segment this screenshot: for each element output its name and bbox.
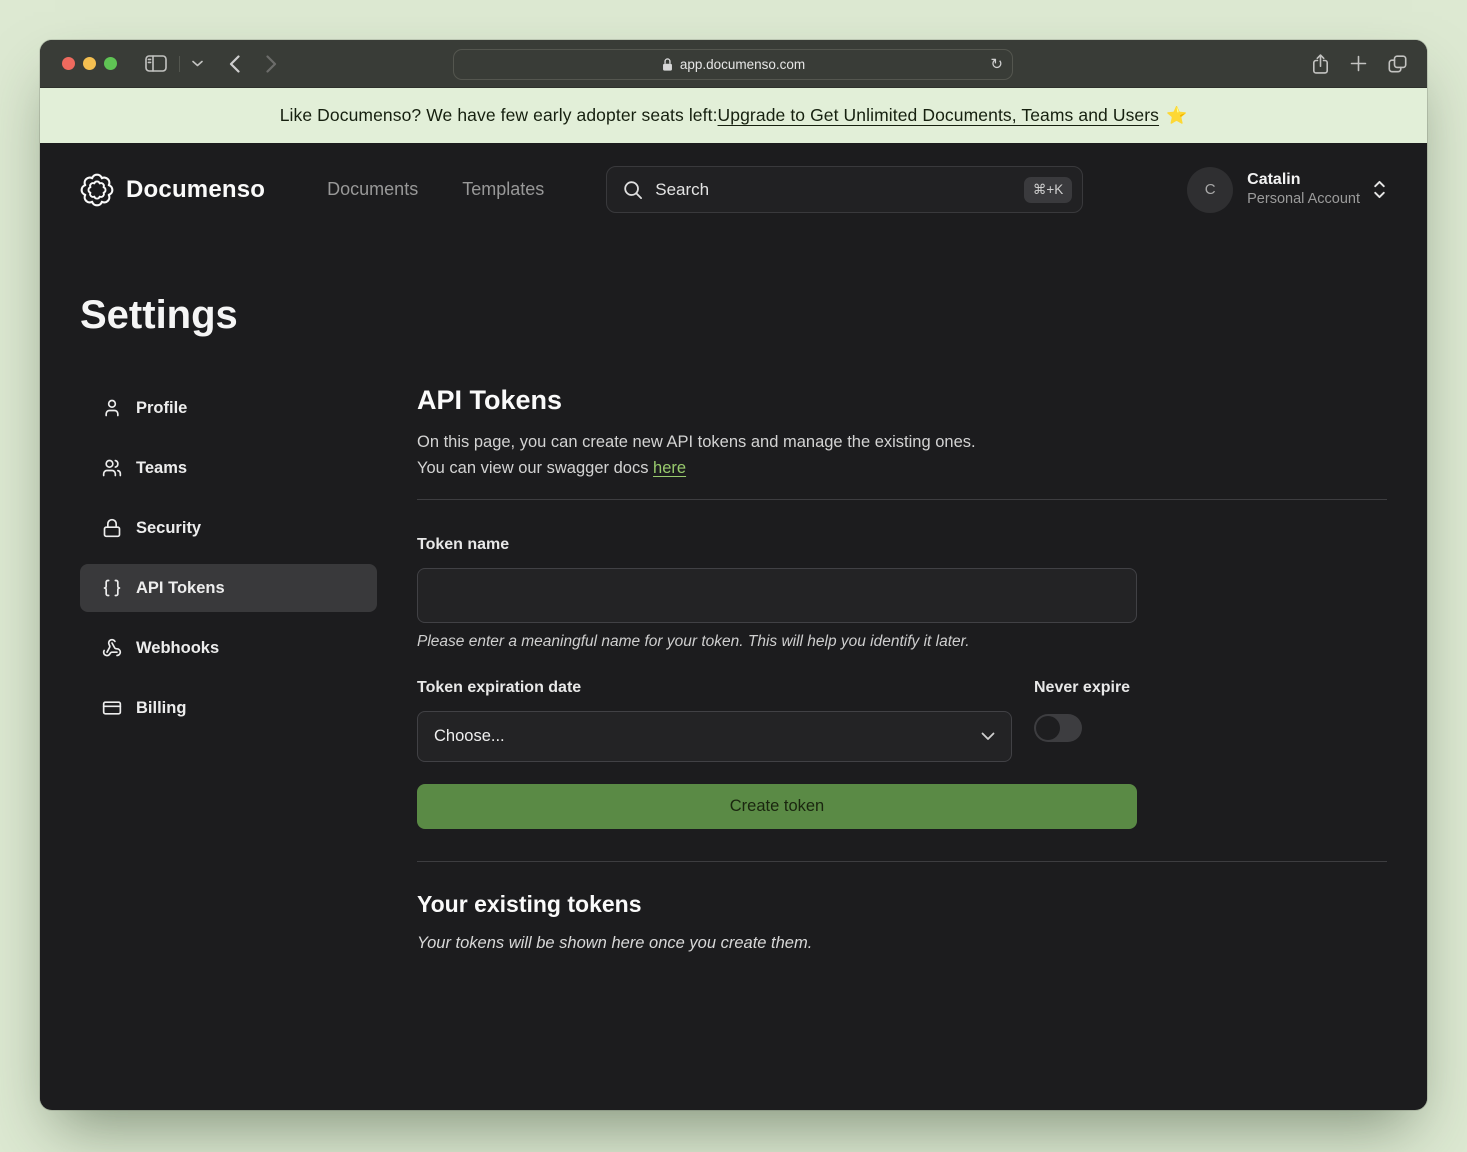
- divider: [417, 499, 1387, 500]
- documenso-logo-icon: [80, 173, 114, 207]
- address-bar[interactable]: app.documenso.com ↻: [453, 49, 1013, 80]
- existing-tokens-heading: Your existing tokens: [417, 890, 1387, 918]
- sidebar-item-profile[interactable]: Profile: [80, 384, 377, 432]
- tab-overview-icon[interactable]: [1388, 55, 1407, 73]
- app-content: Documenso Documents Templates Search ⌘+K…: [40, 143, 1427, 1109]
- browser-window: app.documenso.com ↻ Li: [40, 40, 1427, 1110]
- avatar-initial: C: [1205, 181, 1216, 198]
- lock-icon: [102, 518, 122, 538]
- account-name: Catalin: [1247, 170, 1360, 190]
- sidebar-item-label: Teams: [136, 459, 187, 478]
- url-text: app.documenso.com: [680, 57, 805, 72]
- upgrade-link[interactable]: Upgrade to Get Unlimited Documents, Team…: [718, 105, 1160, 126]
- brand-logo[interactable]: Documenso: [80, 173, 265, 207]
- sidebar-item-label: Profile: [136, 399, 187, 418]
- account-type: Personal Account: [1247, 190, 1360, 208]
- sidebar-item-label: Security: [136, 519, 201, 538]
- new-tab-icon[interactable]: [1350, 55, 1367, 72]
- search-shortcut-badge: ⌘+K: [1024, 177, 1072, 203]
- share-icon[interactable]: [1312, 54, 1329, 74]
- back-button[interactable]: [229, 55, 240, 73]
- nav-documents[interactable]: Documents: [327, 179, 418, 200]
- chevron-down-icon: [981, 732, 995, 741]
- divider: [417, 861, 1387, 862]
- sidebar-item-teams[interactable]: Teams: [80, 444, 377, 492]
- braces-icon: [102, 578, 122, 598]
- users-icon: [102, 458, 122, 478]
- section-heading: API Tokens: [417, 384, 1387, 416]
- section-description-line2: You can view our swagger docs: [417, 459, 653, 477]
- toolbar-divider: [179, 56, 180, 72]
- account-menu[interactable]: C Catalin Personal Account: [1187, 167, 1387, 213]
- sidebar-item-label: API Tokens: [136, 579, 225, 598]
- never-expire-label: Never expire: [1034, 679, 1130, 697]
- existing-tokens-empty-text: Your tokens will be shown here once you …: [417, 934, 1387, 953]
- settings-sidebar: Profile Teams Security API Tokens Webhoo…: [80, 384, 377, 953]
- search-icon: [623, 180, 643, 200]
- token-name-input[interactable]: [417, 568, 1137, 623]
- traffic-lights: [62, 57, 117, 70]
- never-expire-toggle[interactable]: [1034, 714, 1082, 742]
- sidebar-item-security[interactable]: Security: [80, 504, 377, 552]
- token-name-label: Token name: [417, 536, 1387, 554]
- credit-card-icon: [102, 698, 122, 718]
- banner-text: Like Documenso? We have few early adopte…: [280, 105, 718, 126]
- main-nav: Documents Templates: [327, 179, 544, 200]
- sidebar-item-api-tokens[interactable]: API Tokens: [80, 564, 377, 612]
- sidebar-toggle-icon[interactable]: [145, 55, 167, 72]
- page-title: Settings: [80, 291, 1387, 339]
- nav-templates[interactable]: Templates: [462, 179, 544, 200]
- token-expiration-select[interactable]: Choose...: [417, 711, 1012, 762]
- close-window-button[interactable]: [62, 57, 75, 70]
- promo-banner: Like Documenso? We have few early adopte…: [40, 88, 1427, 143]
- sidebar-item-billing[interactable]: Billing: [80, 684, 377, 732]
- swagger-docs-link[interactable]: here: [653, 459, 686, 477]
- section-description-line1: On this page, you can create new API tok…: [417, 433, 976, 451]
- brand-name: Documenso: [126, 176, 265, 204]
- api-tokens-panel: API Tokens On this page, you can create …: [417, 384, 1387, 953]
- zoom-window-button[interactable]: [104, 57, 117, 70]
- minimize-window-button[interactable]: [83, 57, 96, 70]
- token-expiration-label: Token expiration date: [417, 679, 1012, 697]
- chevrons-up-down-icon: [1372, 180, 1387, 199]
- forward-button[interactable]: [266, 55, 277, 73]
- sidebar-item-label: Webhooks: [136, 639, 219, 658]
- search-input[interactable]: Search ⌘+K: [606, 166, 1083, 213]
- star-emoji: ⭐: [1166, 106, 1187, 126]
- user-icon: [102, 398, 122, 418]
- tab-group-chevron-icon[interactable]: [192, 60, 203, 67]
- webhook-icon: [102, 638, 122, 658]
- refresh-icon[interactable]: ↻: [990, 55, 1003, 73]
- create-token-button[interactable]: Create token: [417, 784, 1137, 829]
- token-name-help: Please enter a meaningful name for your …: [417, 633, 1387, 651]
- lock-icon: [661, 57, 674, 72]
- app-header: Documenso Documents Templates Search ⌘+K…: [80, 143, 1387, 213]
- select-value: Choose...: [434, 727, 505, 746]
- sidebar-item-label: Billing: [136, 699, 186, 718]
- avatar: C: [1187, 167, 1233, 213]
- toggle-knob: [1036, 716, 1060, 740]
- sidebar-item-webhooks[interactable]: Webhooks: [80, 624, 377, 672]
- browser-toolbar: app.documenso.com ↻: [40, 40, 1427, 88]
- search-placeholder: Search: [655, 180, 1024, 200]
